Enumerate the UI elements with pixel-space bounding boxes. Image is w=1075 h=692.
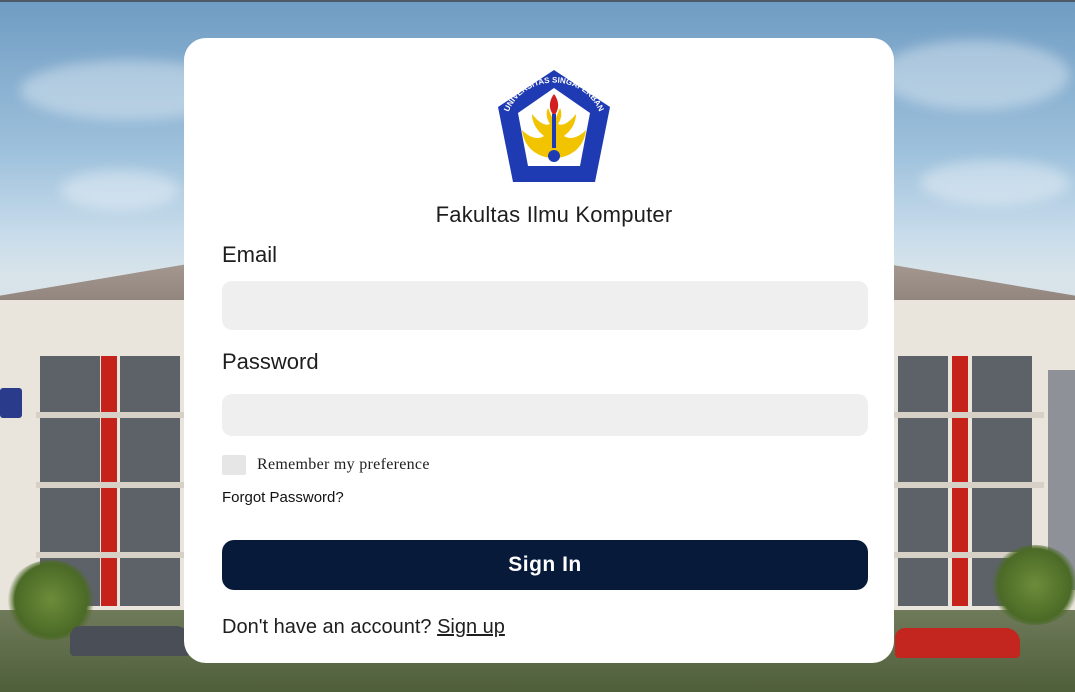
sign-up-link[interactable]: Sign up [437, 616, 505, 638]
forgot-password-link[interactable]: Forgot Password? [222, 489, 344, 506]
faculty-title: Fakultas Ilmu Komputer [435, 202, 673, 227]
email-input[interactable] [222, 281, 868, 330]
signup-prompt: Don't have an account? [222, 616, 438, 638]
remember-label: Remember my preference [257, 456, 430, 473]
university-crest-icon: UNIVERSITAS SINGAPERBANGSA KARAWANG [490, 64, 614, 186]
remember-checkbox[interactable] [222, 455, 246, 475]
login-card: UNIVERSITAS SINGAPERBANGSA KARAWANG Faku… [184, 38, 894, 663]
email-label: Email [222, 242, 278, 267]
password-label: Password [222, 349, 319, 374]
sign-in-button[interactable]: Sign In [222, 540, 868, 590]
signup-row: Don't have an account? Sign up [222, 616, 505, 639]
password-input[interactable] [222, 394, 868, 436]
